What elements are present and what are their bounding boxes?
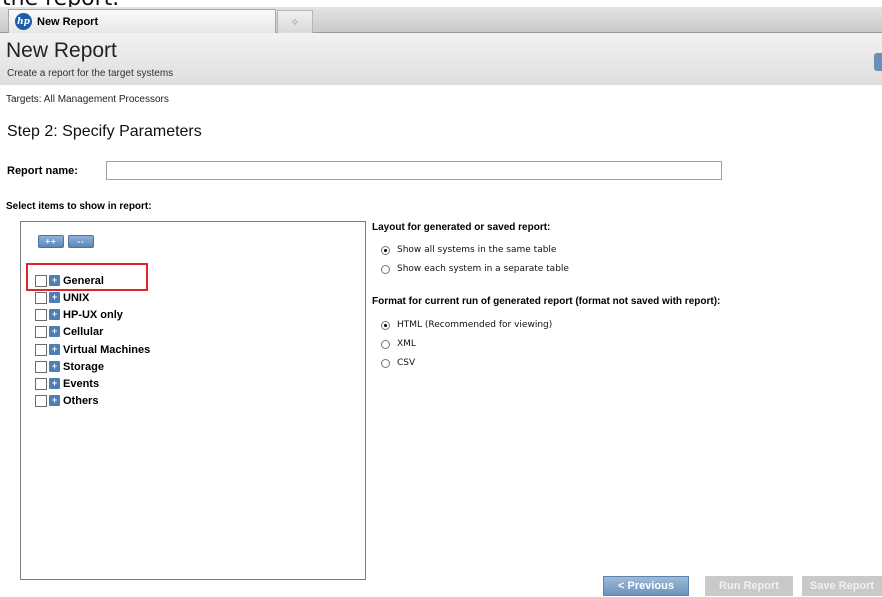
checkbox[interactable] [35, 360, 47, 373]
hp-logo-icon: hp [15, 13, 32, 30]
radio-button[interactable] [381, 358, 390, 368]
page-title: New Report [6, 39, 117, 62]
tree-item-cellular[interactable]: + Cellular [35, 323, 103, 340]
step-title: Step 2: Specify Parameters [7, 123, 202, 140]
layout-option-same-table[interactable]: Show all systems in the same table [381, 243, 556, 257]
checkbox[interactable] [35, 394, 47, 407]
expand-plus-icon[interactable]: + [49, 378, 60, 389]
expand-plus-icon[interactable]: + [49, 344, 60, 355]
expand-plus-icon[interactable]: + [49, 292, 60, 303]
tree-item-label: Cellular [63, 325, 104, 338]
radio-button[interactable] [381, 339, 390, 349]
radio-label: CSV [397, 358, 416, 368]
expand-plus-icon[interactable]: + [49, 361, 60, 372]
expand-plus-icon[interactable]: + [49, 309, 60, 320]
tree-item-hp-ux-only[interactable]: + HP-UX only [35, 306, 123, 323]
report-name-label: Report name: [7, 165, 78, 177]
page-subtitle: Create a report for the target systems [7, 68, 174, 79]
format-option-xml[interactable]: XML [381, 337, 416, 351]
format-section-title: Format for current run of generated repo… [372, 296, 721, 307]
run-report-button[interactable]: Run Report [705, 576, 793, 596]
header-action-button[interactable] [874, 53, 882, 71]
tree-item-label: HP-UX only [63, 308, 123, 321]
tree-item-virtual-machines[interactable]: + Virtual Machines [35, 341, 150, 358]
checkbox[interactable] [35, 274, 47, 287]
collapse-all-button[interactable]: -- [68, 235, 94, 248]
report-name-input[interactable] [106, 161, 722, 180]
tree-item-storage[interactable]: + Storage [35, 358, 104, 375]
radio-label: Show each system in a separate table [397, 264, 569, 274]
tree-item-label: UNIX [63, 291, 90, 304]
checkbox[interactable] [35, 377, 47, 390]
expand-all-button[interactable]: ++ [38, 235, 64, 248]
radio-label: XML [397, 339, 416, 349]
layout-option-separate-table[interactable]: Show each system in a separate table [381, 262, 569, 276]
tree-item-label: Storage [63, 360, 104, 373]
radio-label: Show all systems in the same table [397, 245, 557, 255]
tree-item-events[interactable]: + Events [35, 375, 99, 392]
tab-new-report[interactable]: hp New Report [8, 9, 276, 33]
tree-item-unix[interactable]: + UNIX [35, 289, 89, 306]
items-tree-panel: ++ -- + General + UNIX + HP-UX only + Ce… [20, 221, 366, 580]
radio-label: HTML (Recommended for viewing) [397, 320, 553, 330]
checkbox[interactable] [35, 291, 47, 304]
select-items-label: Select items to show in report: [6, 201, 152, 212]
page-header: New Report Create a report for the targe… [0, 33, 882, 85]
targets-line: Targets: All Management Processors [6, 94, 169, 105]
tree-item-others[interactable]: + Others [35, 392, 98, 409]
layout-section-title: Layout for generated or saved report: [372, 222, 551, 233]
checkbox[interactable] [35, 308, 47, 321]
tab-bar: hp New Report ✧ [0, 7, 882, 33]
tree-item-label: Virtual Machines [63, 343, 151, 356]
radio-button[interactable] [381, 264, 390, 274]
tree-item-label: General [63, 274, 104, 287]
save-report-button[interactable]: Save Report [802, 576, 882, 596]
tree-item-label: Others [63, 394, 99, 407]
tab-title: New Report [37, 15, 99, 28]
tree-item-general[interactable]: + General [35, 272, 104, 289]
tree-item-label: Events [63, 377, 100, 390]
expand-plus-icon[interactable]: + [49, 395, 60, 406]
expand-plus-icon[interactable]: + [49, 275, 60, 286]
checkbox[interactable] [35, 343, 47, 356]
new-tab-button[interactable]: ✧ [277, 10, 313, 33]
radio-button[interactable] [381, 320, 390, 330]
expand-plus-icon[interactable]: + [49, 326, 60, 337]
format-option-csv[interactable]: CSV [381, 356, 415, 370]
checkbox[interactable] [35, 325, 47, 338]
previous-button[interactable]: < Previous [603, 576, 689, 596]
radio-button[interactable] [381, 245, 390, 255]
format-option-html[interactable]: HTML (Recommended for viewing) [381, 318, 552, 332]
